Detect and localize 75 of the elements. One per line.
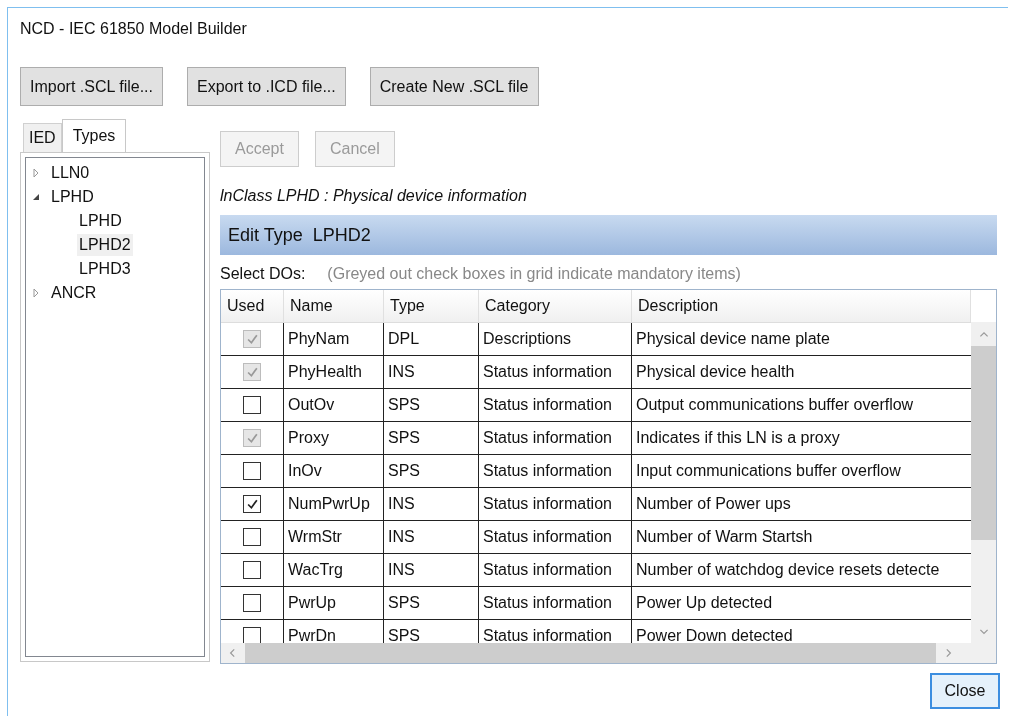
table-cell: OutOv [284, 389, 384, 421]
table-cell-text: Indicates if this LN is a proxy [635, 428, 841, 448]
table-cell: SPS [384, 422, 479, 454]
checkbox[interactable] [243, 462, 261, 480]
table-cell: INS [384, 521, 479, 553]
table-cell: PhyNam [284, 323, 384, 355]
table-cell: INS [384, 356, 479, 388]
checkbox[interactable] [243, 561, 261, 579]
tree-item[interactable]: LPHD2 [77, 234, 133, 256]
table-cell: Status information [479, 455, 632, 487]
lnclass-label: lnClass LPHD : Physical device information [220, 187, 528, 206]
table-cell-text: Number of Warm Startsh [635, 527, 814, 547]
table-cell-text: Physical device health [635, 362, 796, 382]
table-cell-text: Power Down detected [635, 626, 794, 643]
table-cell: Status information [479, 488, 632, 520]
table-cell: Status information [479, 554, 632, 586]
window-title: NCD - IEC 61850 Model Builder [19, 19, 248, 39]
collapsed-triangle-icon[interactable] [31, 288, 41, 298]
table-cell: PhyHealth [284, 356, 384, 388]
select-label: Select DOs: [220, 265, 306, 283]
table-cell: DPL [384, 323, 479, 355]
expanded-triangle-icon[interactable] [31, 192, 41, 202]
table-cell: Status information [479, 587, 632, 619]
hint-text: (Greyed out check boxes in grid indicate mandatory items) [327, 265, 741, 283]
checkbox[interactable] [243, 396, 261, 414]
tree-item[interactable]: LLN0 [49, 162, 92, 184]
column-header[interactable]: Type [384, 290, 479, 322]
table-cell: Status information [479, 521, 632, 553]
checkbox[interactable] [243, 495, 261, 513]
toolbar-button[interactable]: Import .SCL file... [20, 67, 163, 106]
checkbox[interactable] [243, 594, 261, 612]
table-cell-text: Physical device name plate [635, 329, 831, 349]
table-cell: InOv [284, 455, 384, 487]
table-cell-text: Output communications buffer overflow [635, 395, 915, 415]
table-cell: SPS [384, 587, 479, 619]
tab[interactable]: Types [61, 119, 127, 152]
toolbar-button[interactable]: Export to .ICD file... [187, 67, 346, 106]
column-header[interactable]: Category [479, 290, 632, 322]
collapsed-triangle-icon[interactable] [31, 168, 41, 178]
checkbox[interactable] [243, 627, 261, 643]
vertical-scrollbar[interactable] [971, 322, 996, 643]
table-cell: PwrUp [284, 587, 384, 619]
edit-type-header: Edit Type LPHD2 [220, 215, 997, 255]
toolbar-button[interactable]: Create New .SCL file [369, 67, 539, 106]
checkbox[interactable] [243, 528, 261, 546]
table-cell: Status information [479, 356, 632, 388]
column-header[interactable]: Used [221, 290, 284, 322]
table-cell: INS [384, 554, 479, 586]
tree-item[interactable]: LPHD3 [77, 258, 133, 280]
column-header[interactable]: Description [632, 290, 971, 322]
table-cell-text: Number of Power ups [635, 494, 792, 514]
tree-item[interactable]: LPHD [77, 210, 124, 232]
close-button[interactable]: Close [930, 673, 1000, 709]
tab[interactable]: IED [23, 123, 62, 152]
table-cell: NumPwrUp [284, 488, 384, 520]
table-cell: WrmStr [284, 521, 384, 553]
table-cell: INS [384, 488, 479, 520]
table-cell: SPS [384, 389, 479, 421]
tree-item[interactable]: LPHD [49, 186, 96, 208]
table-cell: Descriptions [479, 323, 632, 355]
column-header[interactable]: Name [284, 290, 384, 322]
table-cell: WacTrg [284, 554, 384, 586]
check-icon [245, 431, 259, 445]
table-cell: Status information [479, 389, 632, 421]
table-cell-text: Input communications buffer overflow [635, 461, 902, 481]
table-cell: Proxy [284, 422, 384, 454]
tree-item[interactable]: ANCR [49, 282, 99, 304]
horizontal-scrollbar[interactable] [221, 643, 996, 663]
table-cell: Status information [479, 422, 632, 454]
check-icon [245, 332, 259, 346]
table-cell-text: Power Up detected [635, 593, 774, 613]
check-icon [245, 497, 259, 511]
table-cell: SPS [384, 455, 479, 487]
table-cell-text: Number of watchdog device resets detecte [635, 560, 941, 580]
check-icon [245, 365, 259, 379]
